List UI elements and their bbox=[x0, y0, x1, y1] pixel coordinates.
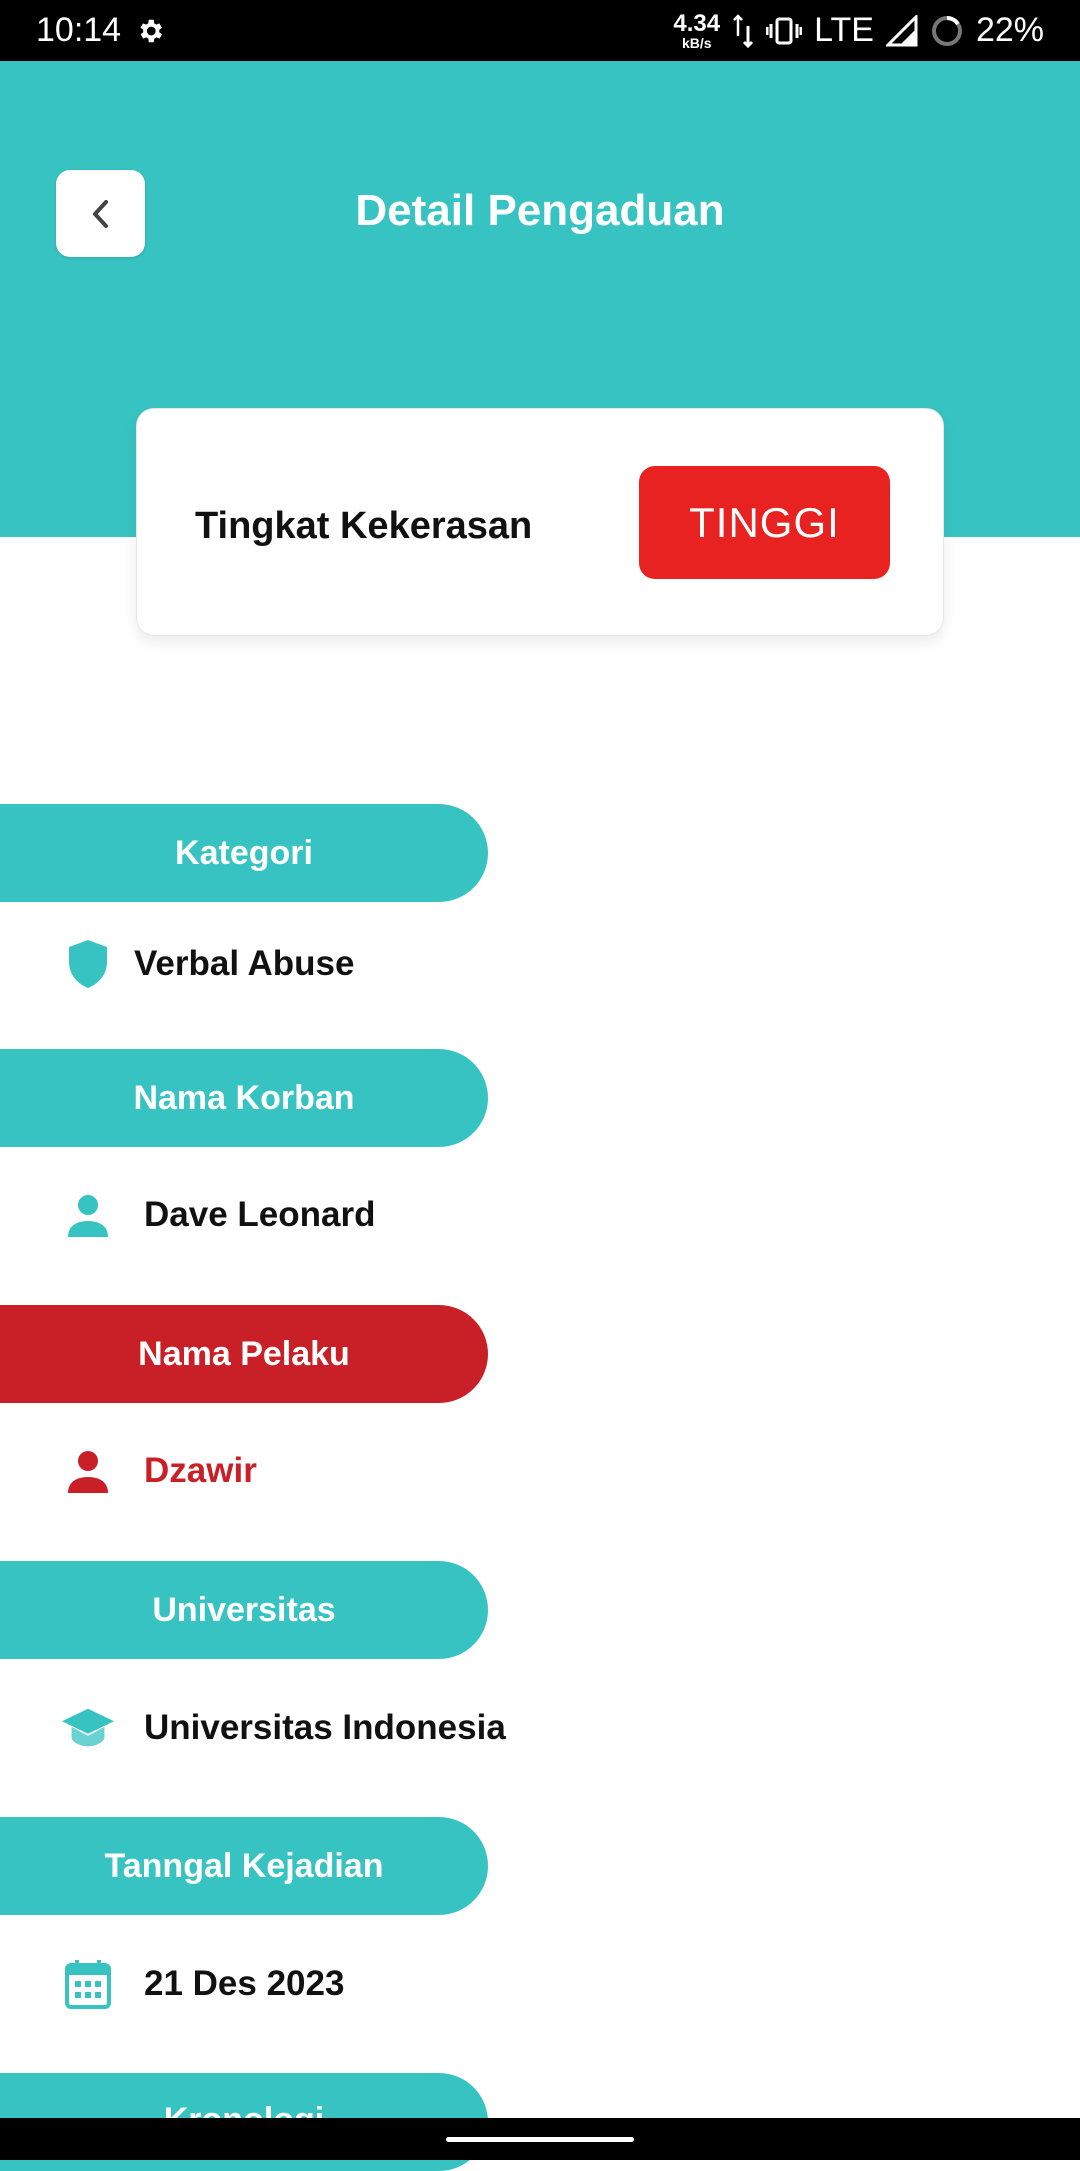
field-value-nama-pelaku: Dzawir bbox=[144, 1451, 257, 1490]
field-row-tanggal-kejadian: 21 Des 2023 bbox=[60, 1956, 344, 2012]
calendar-icon bbox=[60, 1956, 116, 2012]
field-row-universitas: Universitas Indonesia bbox=[60, 1700, 506, 1756]
severity-badge: TINGGI bbox=[639, 466, 890, 579]
battery-level: 22% bbox=[975, 11, 1044, 49]
shield-icon bbox=[60, 936, 116, 992]
section-header-nama-korban: Nama Korban bbox=[0, 1049, 488, 1147]
vibrate-icon bbox=[766, 16, 803, 46]
field-value-kategori: Verbal Abuse bbox=[134, 944, 355, 983]
status-time: 10:14 bbox=[36, 11, 122, 49]
field-row-kategori: Verbal Abuse bbox=[60, 936, 354, 992]
severity-card: Tingkat Kekerasan TINGGI bbox=[136, 408, 944, 636]
section-header-kategori: Kategori bbox=[0, 804, 488, 902]
field-value-tanggal-kejadian: 21 Des 2023 bbox=[144, 1964, 345, 2003]
field-value-nama-korban: Dave Leonard bbox=[144, 1195, 376, 1234]
person-icon bbox=[60, 1443, 116, 1499]
person-icon bbox=[60, 1187, 116, 1243]
page-title: Detail Pengaduan bbox=[355, 186, 725, 235]
field-row-nama-korban: Dave Leonard bbox=[60, 1187, 375, 1243]
home-gesture-handle[interactable] bbox=[446, 2137, 634, 2142]
status-bar: 10:14 4.34 kB/s LTE 22% bbox=[0, 0, 1080, 61]
field-value-universitas: Universitas Indonesia bbox=[144, 1708, 506, 1747]
network-type: LTE bbox=[814, 11, 874, 49]
data-transfer-icon bbox=[732, 13, 754, 48]
section-header-tanggal-kejadian: Tanngal Kejadian bbox=[0, 1817, 488, 1915]
settings-icon bbox=[135, 16, 165, 46]
net-speed: 4.34 kB/s bbox=[673, 9, 721, 51]
section-header-nama-pelaku: Nama Pelaku bbox=[0, 1305, 488, 1403]
section-header-universitas: Universitas bbox=[0, 1561, 488, 1659]
field-row-nama-pelaku: Dzawir bbox=[60, 1443, 257, 1499]
signal-icon bbox=[885, 14, 918, 47]
battery-icon bbox=[930, 14, 964, 48]
graduation-cap-icon bbox=[60, 1700, 116, 1756]
severity-label: Tingkat Kekerasan bbox=[195, 505, 533, 547]
